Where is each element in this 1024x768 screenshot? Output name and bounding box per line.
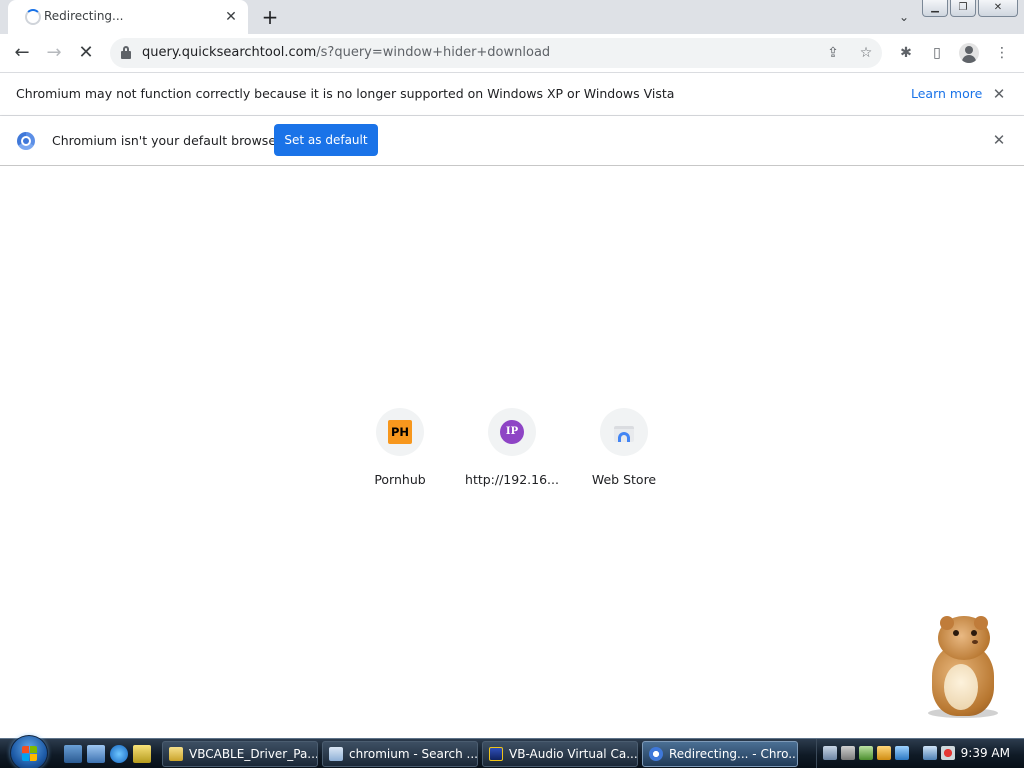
tab-search-icon[interactable]: ⌄ — [893, 8, 915, 26]
url-host: query.quicksearchtool.com — [142, 45, 317, 60]
url-text[interactable]: query.quicksearchtool.com/s?query=window… — [142, 45, 550, 60]
bookmark-star-icon[interactable]: ☆ — [856, 44, 876, 62]
hamster-desktop-pet-icon[interactable] — [918, 616, 1010, 720]
taskbar-button-label: VB-Audio Virtual Ca... — [509, 747, 638, 761]
volume-muted-icon[interactable] — [941, 746, 955, 760]
tray-app-icon[interactable] — [859, 746, 873, 760]
window-close-button[interactable]: ✕ — [978, 0, 1018, 17]
default-browser-message: Chromium isn't your default browser — [52, 133, 282, 148]
chromium-logo-icon — [17, 132, 35, 150]
unsupported-os-infobar: Chromium may not function correctly beca… — [0, 72, 1024, 116]
vb-audio-icon — [489, 747, 503, 761]
new-tab-button[interactable]: + — [258, 6, 282, 28]
default-browser-infobar: Chromium isn't your default browser Set … — [0, 116, 1024, 166]
set-as-default-button[interactable]: Set as default — [274, 124, 378, 156]
restore-button[interactable]: ❐ — [950, 0, 976, 17]
system-tray: 9:39 AM — [816, 739, 1024, 768]
pornhub-favicon-icon: PH — [388, 420, 412, 444]
minimize-button[interactable]: ▁ — [922, 0, 948, 17]
tray-app-icon[interactable] — [841, 746, 855, 760]
menu-kebab-icon[interactable]: ⋮ — [992, 43, 1012, 63]
windows-taskbar: VBCABLE_Driver_Pa... chromium - Search .… — [0, 735, 1024, 768]
loading-spinner-icon — [25, 9, 41, 25]
side-panel-icon[interactable]: ▯ — [927, 43, 947, 63]
tray-app-icon[interactable] — [823, 746, 837, 760]
browser-toolbar: ← → ✕ query.quicksearchtool.com/s?query=… — [0, 34, 1024, 72]
address-bar[interactable]: query.quicksearchtool.com/s?query=window… — [110, 38, 882, 68]
shortcut-icon-circle — [600, 408, 648, 456]
tab-title: Redirecting... — [44, 9, 124, 23]
window-controls: ▁ ❐ ✕ — [920, 0, 1018, 18]
learn-more-link[interactable]: Learn more — [911, 86, 982, 101]
shortcut-icon-circle: PH — [376, 408, 424, 456]
tab-close-icon[interactable]: ✕ — [222, 8, 240, 26]
taskbar-button-vbcable-folder[interactable]: VBCABLE_Driver_Pa... — [162, 741, 318, 767]
share-icon[interactable]: ⇪ — [823, 44, 843, 62]
quick-launch-app-icon[interactable] — [133, 745, 151, 763]
shortcut-tile-pornhub[interactable]: PH Pornhub — [344, 406, 456, 496]
shortcut-icon-circle: IP — [488, 408, 536, 456]
forward-arrow-icon[interactable]: → — [41, 40, 67, 66]
taskbar-button-vb-audio[interactable]: VB-Audio Virtual Ca... — [482, 741, 638, 767]
web-store-icon — [612, 420, 636, 444]
extensions-puzzle-icon[interactable]: ✱ — [896, 43, 916, 63]
show-desktop-icon[interactable] — [64, 745, 82, 763]
tray-app-icon[interactable] — [895, 746, 909, 760]
stop-loading-icon[interactable]: ✕ — [73, 40, 99, 66]
desktop-screen: Redirecting... ✕ + ⌄ ▁ ❐ ✕ ← → ✕ query.q… — [0, 0, 1024, 768]
search-window-icon — [329, 747, 343, 761]
lock-icon[interactable] — [121, 46, 131, 59]
internet-explorer-icon[interactable] — [110, 745, 128, 763]
taskbar-button-chromium-search[interactable]: chromium - Search ... — [322, 741, 478, 767]
url-path: /s?query=window+hider+download — [316, 45, 551, 60]
ip-address-favicon-icon: IP — [500, 420, 524, 444]
chromium-icon — [649, 747, 663, 761]
shortcut-label: Pornhub — [374, 472, 426, 487]
shortcut-tile-ip-address[interactable]: IP http://192.16... — [456, 406, 568, 496]
tab-strip: Redirecting... ✕ + ⌄ ▁ ❐ ✕ — [0, 0, 1024, 34]
tray-app-icon[interactable] — [877, 746, 891, 760]
default-infobar-close-icon[interactable]: ✕ — [990, 131, 1008, 149]
unsupported-os-message: Chromium may not function correctly beca… — [16, 86, 675, 101]
shortcut-tile-web-store[interactable]: Web Store — [568, 406, 680, 496]
taskbar-clock[interactable]: 9:39 AM — [961, 746, 1010, 760]
shortcut-label: Web Store — [591, 472, 657, 487]
taskbar-button-label: Redirecting... - Chro... — [669, 747, 798, 761]
network-icon[interactable] — [923, 746, 937, 760]
folder-zip-icon — [169, 747, 183, 761]
infobar-close-icon[interactable]: ✕ — [990, 85, 1008, 103]
shortcut-label: http://192.16... — [465, 472, 559, 487]
taskbar-button-chromium-active[interactable]: Redirecting... - Chro... — [642, 741, 798, 767]
back-arrow-icon[interactable]: ← — [9, 40, 35, 66]
profile-avatar-icon[interactable] — [959, 43, 979, 63]
tab-redirecting[interactable]: Redirecting... ✕ — [8, 0, 248, 34]
switch-windows-icon[interactable] — [87, 745, 105, 763]
taskbar-button-label: VBCABLE_Driver_Pa... — [189, 747, 318, 761]
taskbar-button-label: chromium - Search ... — [349, 747, 478, 761]
start-button-windows-icon[interactable] — [10, 735, 48, 768]
new-tab-page: PH Pornhub IP http://192.16... Web Store — [0, 166, 1024, 738]
